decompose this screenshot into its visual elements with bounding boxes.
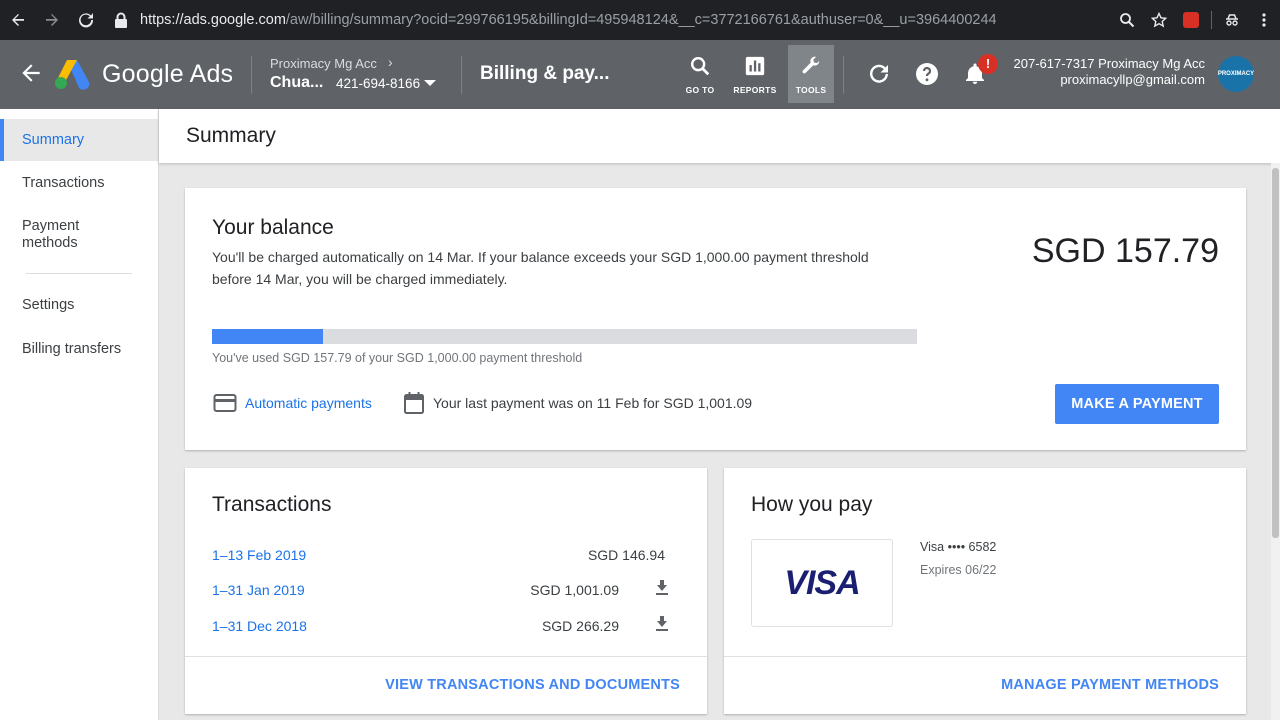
- sidebar-item-transactions[interactable]: Transactions: [0, 174, 158, 192]
- notification-badge: !: [978, 54, 998, 74]
- account-dropdown-icon[interactable]: [424, 80, 436, 86]
- reports-button[interactable]: REPORTS: [732, 45, 778, 103]
- back-icon[interactable]: [2, 4, 34, 36]
- transaction-amount: SGD 1,001.09: [530, 582, 619, 598]
- google-ads-logo-icon: [55, 60, 90, 90]
- incognito-icon[interactable]: [1216, 0, 1248, 40]
- visa-logo-text: VISA: [784, 563, 860, 602]
- balance-card: Your balance You'll be charged automatic…: [185, 188, 1246, 450]
- how-you-pay-title: How you pay: [751, 493, 873, 516]
- transactions-card: Transactions 1–13 Feb 2019 SGD 146.94 1–…: [185, 468, 707, 714]
- extension-icon[interactable]: [1175, 0, 1207, 40]
- header-divider: [843, 56, 844, 94]
- page-title: Billing & pay...: [480, 63, 610, 84]
- search-icon: [691, 57, 710, 76]
- threshold-progress-bar: [212, 329, 917, 344]
- reload-icon[interactable]: [70, 4, 102, 36]
- reports-icon: [745, 56, 765, 76]
- download-icon[interactable]: [655, 579, 669, 595]
- reports-label: REPORTS: [733, 85, 777, 95]
- sidebar-item-summary[interactable]: Summary: [0, 119, 158, 161]
- last-payment-info: Your last payment was on 11 Feb for SGD …: [403, 391, 752, 415]
- threshold-note: You've used SGD 157.79 of your SGD 1,000…: [212, 351, 583, 365]
- user-email[interactable]: proximacyllp@gmail.com: [1060, 72, 1205, 87]
- balance-description: You'll be charged automatically on 14 Ma…: [212, 249, 869, 287]
- account-id[interactable]: 421-694-8166: [336, 76, 420, 91]
- menu-icon[interactable]: [1248, 0, 1280, 40]
- automatic-payments-label[interactable]: Automatic payments: [245, 395, 372, 411]
- transaction-amount: SGD 146.94: [587, 547, 665, 563]
- last-payment-text: Your last payment was on 11 Feb for SGD …: [433, 395, 753, 411]
- browser-toolbar: https://ads.google.com/aw/billing/summar…: [0, 0, 1280, 40]
- sidebar-divider: [26, 273, 132, 274]
- toolbar-divider: [1211, 11, 1212, 29]
- avatar[interactable]: PROXIMACY: [1218, 56, 1254, 92]
- card-number: Visa •••• 6582: [920, 540, 997, 554]
- view-transactions-link[interactable]: VIEW TRANSACTIONS AND DOCUMENTS: [385, 677, 680, 693]
- tools-button[interactable]: TOOLS: [788, 45, 834, 103]
- refresh-icon[interactable]: [867, 62, 891, 86]
- credit-card-icon: [213, 394, 237, 412]
- sidebar-item-settings[interactable]: Settings: [0, 296, 158, 314]
- transaction-amount: SGD 266.29: [541, 618, 619, 634]
- transactions-title: Transactions: [212, 493, 332, 516]
- threshold-progress-fill: [212, 329, 324, 344]
- table-row: 1–13 Feb 2019 SGD 146.94: [212, 547, 665, 569]
- chevron-right-icon: ›: [388, 54, 393, 70]
- sidebar-item-payment-methods[interactable]: Payment methods: [0, 218, 100, 252]
- user-account-line[interactable]: 207-617-7317 Proximacy Mg Acc: [1014, 56, 1205, 71]
- make-payment-button[interactable]: MAKE A PAYMENT: [1055, 384, 1219, 424]
- section-title: Summary: [186, 124, 276, 147]
- help-icon[interactable]: [915, 62, 939, 86]
- how-you-pay-card: How you pay VISA Visa •••• 6582 Expires …: [724, 468, 1246, 714]
- lock-icon: [115, 12, 127, 28]
- download-icon[interactable]: [655, 615, 669, 631]
- balance-amount: SGD 157.79: [1031, 232, 1219, 270]
- tools-label: TOOLS: [795, 85, 827, 95]
- transactions-footer: VIEW TRANSACTIONS AND DOCUMENTS: [185, 656, 707, 714]
- goto-button[interactable]: GO TO: [677, 45, 723, 103]
- how-you-pay-footer: MANAGE PAYMENT METHODS: [724, 656, 1246, 714]
- manage-payment-methods-link[interactable]: MANAGE PAYMENT METHODS: [1001, 677, 1219, 693]
- transaction-period-link[interactable]: 1–31 Jan 2019: [212, 582, 305, 598]
- page-header: Summary: [159, 109, 1280, 163]
- transaction-period-link[interactable]: 1–31 Dec 2018: [212, 618, 307, 634]
- scrollbar-thumb[interactable]: [1272, 168, 1279, 538]
- automatic-payments-link[interactable]: Automatic payments: [213, 393, 372, 413]
- table-row: 1–31 Jan 2019 SGD 1,001.09: [212, 580, 668, 604]
- wrench-icon: [802, 56, 820, 74]
- table-row: 1–31 Dec 2018 SGD 266.29: [212, 616, 668, 640]
- account-name[interactable]: Chua...: [270, 74, 323, 92]
- header-divider: [461, 56, 462, 94]
- forward-icon[interactable]: [36, 4, 68, 36]
- sidebar-item-billing-transfers[interactable]: Billing transfers: [0, 340, 158, 358]
- balance-title: Your balance: [212, 216, 334, 239]
- calendar-icon: [404, 392, 424, 414]
- header-divider: [251, 56, 252, 94]
- transaction-period-link[interactable]: 1–13 Feb 2019: [212, 547, 306, 563]
- url-text: https://ads.google.com/aw/billing/summar…: [140, 12, 997, 28]
- card-expiry: Expires 06/22: [920, 563, 997, 577]
- sidebar: Summary Transactions Payment methods Set…: [0, 109, 159, 720]
- address-bar[interactable]: https://ads.google.com/aw/billing/summar…: [108, 5, 1128, 35]
- ads-header: Google Ads Proximacy Mg Acc › Chua... 42…: [0, 40, 1280, 109]
- zoom-icon[interactable]: [1111, 0, 1143, 40]
- account-parent[interactable]: Proximacy Mg Acc: [270, 56, 377, 71]
- visa-card-logo: VISA: [751, 539, 893, 627]
- back-arrow-icon[interactable]: [18, 60, 44, 86]
- goto-label: GO TO: [685, 85, 715, 95]
- logo-text: Google Ads: [102, 60, 234, 88]
- star-icon[interactable]: [1143, 0, 1175, 40]
